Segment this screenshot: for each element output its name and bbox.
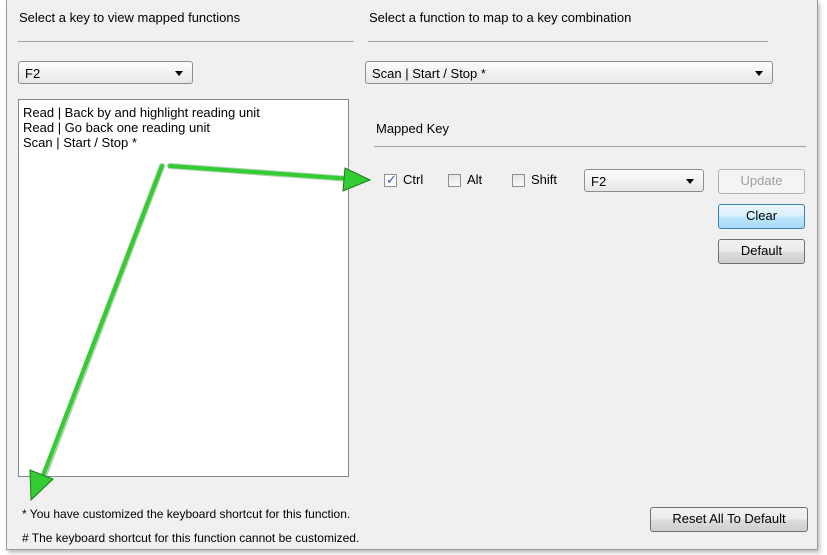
mapped-key-divider <box>374 146 806 147</box>
customized-note: * You have customized the keyboard short… <box>22 507 351 521</box>
mapped-key-label: Mapped Key <box>376 121 449 136</box>
key-select-dropdown[interactable]: F2 <box>18 61 193 84</box>
clear-button[interactable]: Clear <box>718 204 805 229</box>
key-select-value: F2 <box>25 66 41 81</box>
left-header-divider <box>18 41 354 42</box>
left-panel-header: Select a key to view mapped functions <box>19 10 241 25</box>
right-header-divider <box>368 41 768 42</box>
reset-all-button[interactable]: Reset All To Default <box>650 507 808 532</box>
shift-checkbox[interactable] <box>512 174 525 187</box>
chevron-down-icon <box>686 179 694 184</box>
shift-label: Shift <box>531 172 558 187</box>
checkmark-icon: ✓ <box>386 172 397 187</box>
default-button[interactable]: Default <box>718 239 805 264</box>
alt-checkbox[interactable] <box>448 174 461 187</box>
ctrl-label: Ctrl <box>403 172 424 187</box>
key-combo-select[interactable]: F2 <box>584 169 704 192</box>
chevron-down-icon <box>175 71 183 76</box>
function-select-value: Scan | Start / Stop * <box>372 66 486 81</box>
function-select-dropdown[interactable]: Scan | Start / Stop * <box>365 61 773 84</box>
list-item[interactable]: Scan | Start / Stop * <box>23 135 137 150</box>
list-item[interactable]: Read | Back by and highlight reading uni… <box>23 105 260 120</box>
key-combo-value: F2 <box>591 174 607 189</box>
ctrl-checkbox[interactable]: ✓ <box>384 172 397 187</box>
list-item[interactable]: Read | Go back one reading unit <box>23 120 210 135</box>
update-button[interactable]: Update <box>718 169 805 194</box>
locked-note: # The keyboard shortcut for this functio… <box>22 531 360 545</box>
right-panel-header: Select a function to map to a key combin… <box>369 10 632 25</box>
mapped-functions-list[interactable]: Read | Back by and highlight reading uni… <box>18 99 349 477</box>
alt-label: Alt <box>467 172 483 187</box>
chevron-down-icon <box>755 71 763 76</box>
